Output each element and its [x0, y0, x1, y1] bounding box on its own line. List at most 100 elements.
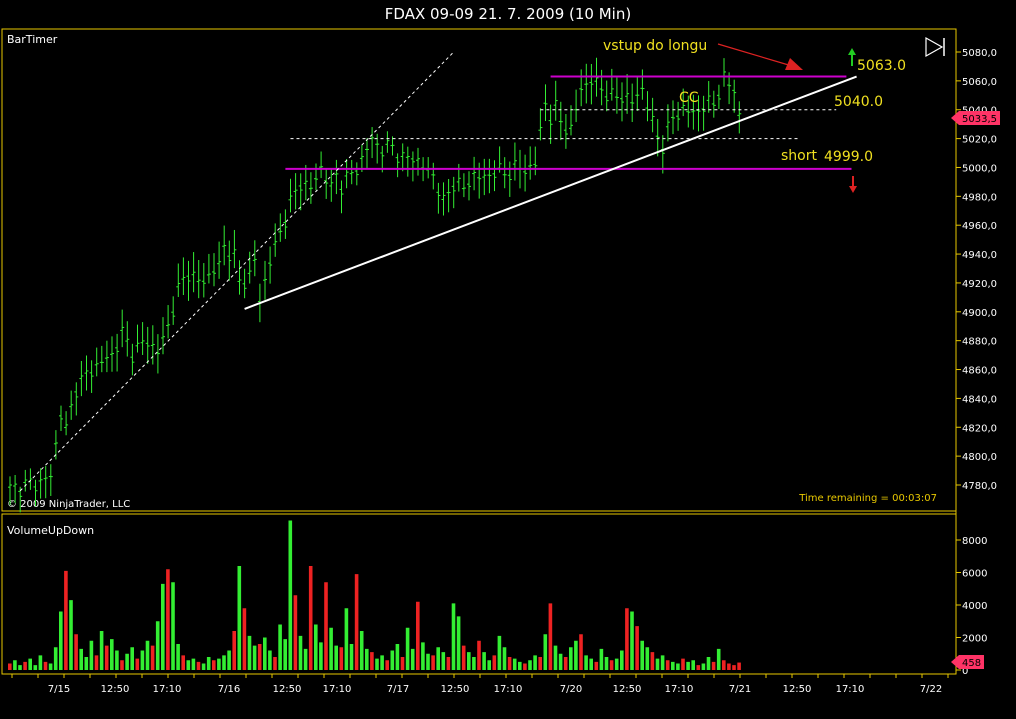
volume-bar — [614, 658, 619, 670]
short-annotation: short — [781, 148, 817, 164]
current-price-text: 5033,5 — [962, 114, 997, 125]
volume-bar — [8, 663, 12, 670]
volume-bar — [268, 650, 272, 670]
volume-bar — [64, 570, 68, 670]
volume-bar — [181, 655, 185, 670]
level-high-label: 5063.0 — [857, 58, 906, 74]
volume-tick-label: 2000 — [962, 634, 987, 645]
time-tick-label: 12:50 — [613, 684, 642, 695]
chart-canvas[interactable]: BarTimer © 2009 NinjaTrader, LLC Time re… — [0, 0, 1016, 719]
volume-bar — [94, 655, 99, 670]
volume-bar — [502, 647, 507, 670]
volume-tick-label: 4000 — [962, 601, 987, 612]
price-tick-label: 4820,0 — [962, 423, 997, 434]
price-tick-label: 4900,0 — [962, 308, 997, 319]
volume-bar — [89, 640, 94, 670]
volume-bar — [28, 658, 32, 670]
volume-bar — [263, 637, 267, 670]
volume-bar — [543, 634, 548, 670]
volume-bar — [548, 603, 553, 670]
volume-tick-label: 8000 — [962, 536, 987, 547]
time-tick-label: 12:50 — [441, 684, 470, 695]
volume-bar — [671, 661, 675, 670]
volume-bar — [38, 655, 43, 670]
price-tick-label: 4880,0 — [962, 337, 997, 348]
volume-bar — [410, 648, 415, 670]
volume-bar — [319, 642, 323, 670]
volume-bar — [130, 647, 134, 670]
volume-bar — [222, 655, 226, 670]
volume-bar — [227, 650, 231, 670]
price-panel-frame — [1, 28, 957, 512]
volume-bar — [558, 653, 563, 670]
time-tick-label: 12:50 — [273, 684, 302, 695]
volume-bar — [727, 663, 731, 670]
volume-bar — [23, 661, 27, 670]
volume-bar — [324, 582, 328, 670]
volume-bar — [456, 616, 461, 670]
price-tick-label: 4860,0 — [962, 366, 997, 377]
volume-bar — [140, 650, 145, 670]
volume-bar — [446, 657, 451, 670]
volume-bar — [69, 600, 73, 670]
volume-bar — [13, 660, 17, 670]
volume-bar — [120, 660, 124, 670]
volume-bar — [375, 658, 379, 670]
volume-bar — [84, 657, 89, 670]
price-tick-label: 5060,0 — [962, 77, 997, 88]
volume-bar — [405, 627, 410, 670]
volume-bar — [620, 650, 624, 670]
volume-bar — [523, 663, 527, 670]
volume-bar — [722, 660, 726, 670]
price-tick-label: 4980,0 — [962, 192, 997, 203]
volume-bar — [212, 660, 216, 670]
volume-bar — [176, 644, 180, 670]
volume-bar — [161, 583, 165, 670]
time-tick-label: 7/17 — [387, 684, 409, 695]
volume-bar — [691, 660, 695, 670]
volume-bar — [451, 603, 456, 670]
level-mid-label: 5040.0 — [834, 94, 883, 110]
volume-bar — [696, 665, 701, 670]
volume-bar — [380, 655, 384, 670]
volume-bar — [186, 660, 191, 670]
volume-bar — [150, 645, 155, 670]
volume-bar — [686, 661, 690, 670]
volume-bar — [293, 595, 298, 670]
volume-bar — [329, 627, 333, 670]
time-tick-label: 17:10 — [494, 684, 523, 695]
time-tick-label: 7/21 — [729, 684, 751, 695]
volume-bar — [650, 652, 655, 670]
volume-bar — [283, 639, 287, 670]
volume-bar — [487, 660, 491, 670]
volume-bar — [441, 652, 446, 670]
volume-bar — [507, 657, 512, 670]
volume-bar — [247, 635, 252, 670]
volume-bar — [676, 663, 680, 670]
volume-bar — [155, 621, 160, 670]
volume-bar — [232, 631, 236, 670]
volume-bar — [477, 640, 481, 670]
volume-bar — [630, 611, 634, 670]
volume-bar — [334, 645, 338, 670]
volume-bar — [196, 661, 201, 670]
volume-bar — [273, 657, 277, 670]
volume-bar — [584, 655, 588, 670]
volume-bar — [257, 644, 262, 670]
entry-annotation: vstup do longu — [603, 38, 707, 54]
volume-bar — [492, 655, 497, 670]
price-tick-label: 4800,0 — [962, 452, 997, 463]
volume-bar — [681, 658, 685, 670]
volume-bar — [528, 660, 532, 670]
volume-bar — [59, 611, 63, 670]
volume-bar — [74, 634, 78, 670]
volume-bar — [461, 645, 466, 670]
volume-bar — [533, 655, 537, 670]
volume-bar — [339, 647, 344, 670]
volume-bar — [431, 655, 435, 670]
volume-bar — [660, 655, 665, 670]
volume-bar — [115, 650, 119, 670]
volume-bar — [104, 645, 109, 670]
volume-bar — [288, 520, 293, 670]
volume-bar — [625, 608, 629, 670]
